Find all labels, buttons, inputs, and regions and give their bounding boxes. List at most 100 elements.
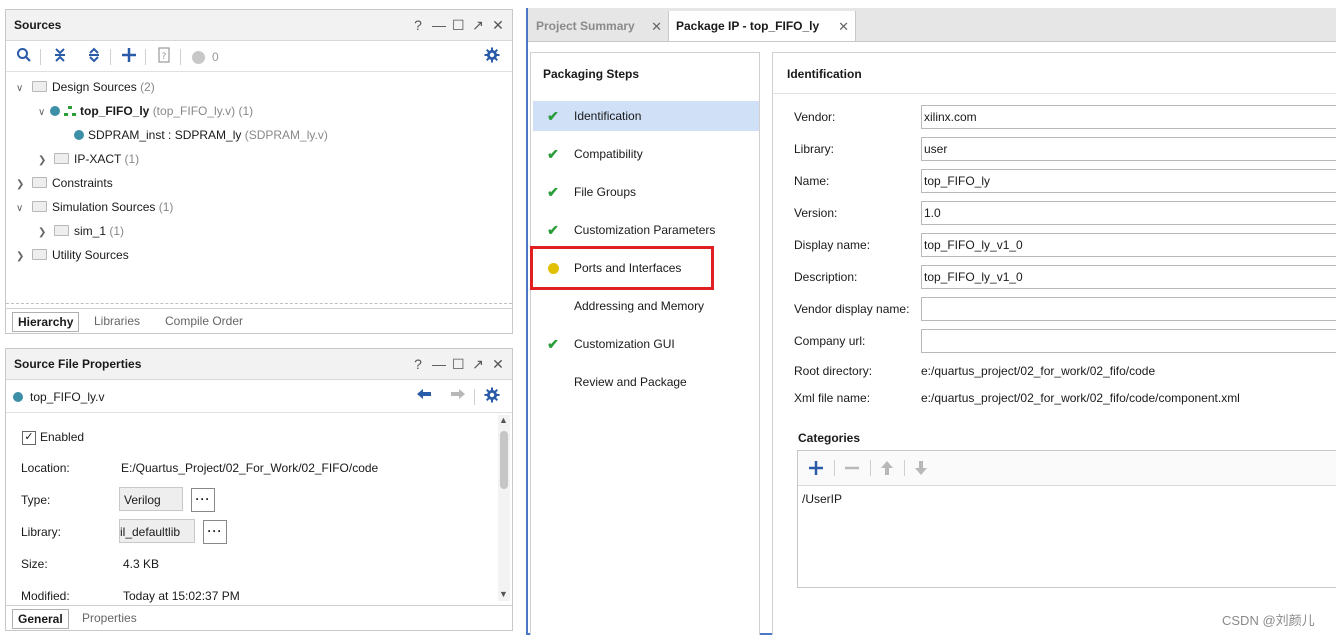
step-identification[interactable]: ✔ Identification <box>533 101 759 131</box>
maximize-icon[interactable]: ☐ <box>452 16 465 34</box>
gear-icon[interactable] <box>482 387 502 407</box>
add-category-icon[interactable] <box>808 460 824 479</box>
search-icon[interactable] <box>14 47 34 67</box>
packaging-steps-title: Packaging Steps <box>543 67 640 81</box>
chevron-right-icon[interactable]: ❯ <box>38 222 50 244</box>
chevron-right-icon[interactable]: ❯ <box>16 246 28 268</box>
tree-design-sources[interactable]: ∨ Design Sources (2) <box>16 76 155 98</box>
library-browse-button[interactable]: ··· <box>203 520 227 544</box>
close-icon[interactable]: ✕ <box>492 16 504 34</box>
tree-top-module[interactable]: ∨ top_FIFO_ly (top_FIFO_ly.v) (1) <box>38 100 253 122</box>
packaging-steps-pane: Packaging Steps ✔ Identification ✔ Compa… <box>530 52 760 635</box>
tab-libraries[interactable]: Libraries <box>89 312 145 330</box>
tab-package-ip[interactable]: Package IP - top_FIFO_ly ✕ <box>668 11 856 41</box>
category-item[interactable]: /UserIP <box>802 492 842 506</box>
chevron-right-icon[interactable]: ❯ <box>38 150 50 172</box>
tree-constraints[interactable]: ❯ Constraints <box>16 172 113 194</box>
tree-simulation-sources[interactable]: ∨ Simulation Sources (1) <box>16 196 173 218</box>
close-tab-icon[interactable]: ✕ <box>651 12 662 42</box>
company-url-label: Company url: <box>794 334 866 348</box>
tab-project-summary[interactable]: Project Summary ✕ <box>530 11 668 41</box>
module-dot-icon <box>50 106 60 116</box>
scroll-down-icon[interactable]: ▼ <box>499 589 508 599</box>
vendor-label: Vendor: <box>794 110 836 124</box>
remove-category-icon[interactable] <box>844 460 860 479</box>
minimize-icon[interactable]: — <box>432 16 446 34</box>
sources-tabs: Hierarchy Libraries Compile Order <box>6 308 512 333</box>
close-tab-icon[interactable]: ✕ <box>838 12 849 42</box>
tab-compile-order[interactable]: Compile Order <box>160 312 248 330</box>
sources-toolbar: ? 0 <box>6 43 512 72</box>
highlight-box <box>530 246 714 290</box>
step-compatibility[interactable]: ✔ Compatibility <box>533 139 759 169</box>
library-label: Library: <box>21 525 62 539</box>
step-addressing-and-memory[interactable]: Addressing and Memory <box>533 291 759 321</box>
description-input[interactable]: top_FIFO_ly_v1_0 <box>921 265 1336 289</box>
name-label: Name: <box>794 174 830 188</box>
forward-arrow-icon[interactable] <box>448 387 468 407</box>
chevron-down-icon[interactable]: ∨ <box>16 198 28 220</box>
vendor-input[interactable]: xilinx.com <box>921 105 1336 129</box>
move-down-icon[interactable] <box>914 460 928 479</box>
type-field: Verilog <box>119 487 183 511</box>
maximize-icon[interactable]: ☐ <box>452 355 465 373</box>
back-arrow-icon[interactable] <box>414 387 434 407</box>
location-label: Location: <box>21 461 70 475</box>
minimize-icon[interactable]: — <box>432 355 446 373</box>
xml-file-label: Xml file name: <box>794 391 871 405</box>
type-browse-button[interactable]: ··· <box>191 488 215 512</box>
tab-properties[interactable]: Properties <box>77 609 142 627</box>
chevron-down-icon[interactable]: ∨ <box>16 78 28 100</box>
help-icon[interactable]: ? <box>412 16 424 34</box>
modified-value: Today at 15:02:37 PM <box>123 589 240 603</box>
close-icon[interactable]: ✕ <box>492 355 504 373</box>
description-label: Description: <box>794 270 858 284</box>
folder-icon <box>32 201 47 212</box>
properties-scrollbar[interactable]: ▲ ▼ <box>498 415 510 601</box>
library-label: Library: <box>794 142 835 156</box>
identification-header: Identification <box>773 53 1336 94</box>
float-icon[interactable]: ↗ <box>472 355 484 373</box>
display-name-label: Display name: <box>794 238 871 252</box>
version-input[interactable]: 1.0 <box>921 201 1336 225</box>
modified-label: Modified: <box>21 589 70 603</box>
file-info-icon[interactable]: ? <box>154 47 174 67</box>
float-icon[interactable]: ↗ <box>472 16 484 34</box>
tree-sdpram-inst[interactable]: SDPRAM_inst : SDPRAM_ly (SDPRAM_ly.v) <box>74 124 328 146</box>
display-name-input[interactable]: top_FIFO_ly_v1_0 <box>921 233 1336 257</box>
identification-pane: Identification Vendor: xilinx.com Librar… <box>772 52 1336 635</box>
vendor-display-name-input[interactable] <box>921 297 1336 321</box>
company-url-input[interactable] <box>921 329 1336 353</box>
expand-all-icon[interactable] <box>84 47 104 67</box>
categories-box: /UserIP <box>797 450 1336 588</box>
collapse-all-icon[interactable] <box>50 47 70 67</box>
xml-file-value: e:/quartus_project/02_for_work/02_fifo/c… <box>921 391 1240 405</box>
enabled-checkbox[interactable]: ✓ <box>22 431 36 445</box>
chevron-right-icon[interactable]: ❯ <box>16 174 28 196</box>
size-value: 4.3 KB <box>123 557 160 571</box>
tree-ip-xact[interactable]: ❯ IP-XACT (1) <box>38 148 139 170</box>
step-customization-gui[interactable]: ✔ Customization GUI <box>533 329 759 359</box>
scroll-thumb[interactable] <box>500 431 508 489</box>
file-properties-tabs: General Properties <box>6 605 512 630</box>
step-review-and-package[interactable]: Review and Package <box>533 367 759 397</box>
tab-hierarchy[interactable]: Hierarchy <box>12 312 80 332</box>
library-input[interactable]: user <box>921 137 1336 161</box>
help-icon[interactable]: ? <box>412 355 424 373</box>
add-icon[interactable] <box>119 47 139 67</box>
file-properties-title: Source File Properties <box>14 357 142 371</box>
file-properties-title-bar: Source File Properties ? — ☐ ↗ ✕ <box>6 349 512 380</box>
gear-icon[interactable] <box>482 47 502 67</box>
hierarchy-icon <box>64 106 76 116</box>
scroll-up-icon[interactable]: ▲ <box>499 415 508 425</box>
chevron-down-icon[interactable]: ∨ <box>38 102 50 124</box>
root-directory-value: e:/quartus_project/02_for_work/02_fifo/c… <box>921 364 1156 378</box>
step-file-groups[interactable]: ✔ File Groups <box>533 177 759 207</box>
tree-sim-1[interactable]: ❯ sim_1 (1) <box>38 220 124 242</box>
check-icon: ✔ <box>547 108 559 124</box>
step-customization-parameters[interactable]: ✔ Customization Parameters <box>533 215 759 245</box>
tree-utility-sources[interactable]: ❯ Utility Sources <box>16 244 129 266</box>
move-up-icon[interactable] <box>880 460 894 479</box>
name-input[interactable]: top_FIFO_ly <box>921 169 1336 193</box>
tab-general[interactable]: General <box>12 609 69 629</box>
